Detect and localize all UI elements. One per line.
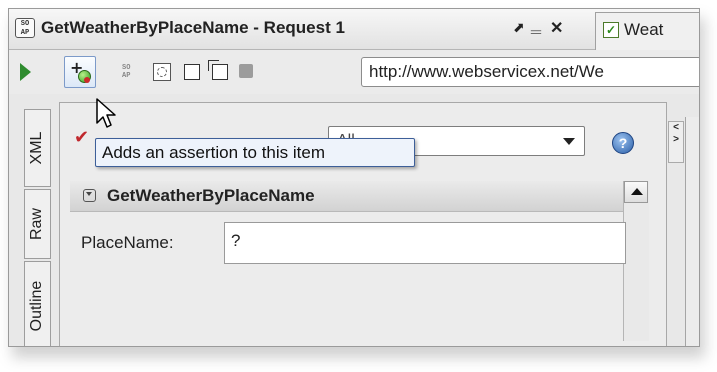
tab-xml-label: XML [28, 131, 45, 165]
tab-raw-label: Raw [28, 208, 45, 241]
add-assertion-button[interactable]: + [64, 56, 96, 88]
mouse-cursor-icon [96, 98, 116, 128]
help-icon[interactable]: ? [612, 132, 634, 154]
collapse-side-panel-button[interactable]: < > [668, 121, 684, 163]
cancel-request-icon[interactable] [239, 64, 253, 78]
tab-outline-label: Outline [28, 280, 45, 332]
title-bar: SO AP GetWeatherByPlaceName - Request 1 ⬈… [9, 9, 699, 50]
collapse-icon[interactable] [83, 189, 96, 202]
vertical-scrollbar[interactable] [623, 181, 649, 341]
ws-addressing-icon[interactable] [153, 63, 171, 81]
soap-request-icon[interactable]: SO AP [122, 64, 138, 82]
operation-title: GetWeatherByPlaceName [107, 186, 315, 205]
operation-header: GetWeatherByPlaceName [70, 181, 623, 212]
red-dot-icon [84, 77, 90, 83]
soap-icon: SO AP [15, 18, 35, 38]
minimize-button[interactable]: ‗ [531, 13, 541, 34]
tab-outline[interactable]: Outline [24, 261, 51, 346]
scroll-up-button[interactable] [624, 181, 648, 203]
tab-weather-label: Weat [624, 20, 664, 39]
chevron-down-icon [563, 138, 575, 145]
request-window: SO AP GetWeatherByPlaceName - Request 1 ⬈… [8, 8, 700, 347]
tab-xml[interactable]: XML [24, 109, 51, 187]
editor-view-tabs: XML Raw Outline [24, 109, 51, 346]
response-panel-edge [685, 117, 699, 346]
detach-icon[interactable]: ⬈ [513, 19, 525, 36]
request-title: GetWeatherByPlaceName - Request 1 [41, 18, 345, 37]
tab-raw[interactable]: Raw [24, 189, 51, 259]
create-empty-request-icon[interactable] [184, 64, 200, 80]
endpoint-url-field[interactable]: http://www.webservicex.net/We [361, 57, 699, 87]
clone-request-icon[interactable] [208, 60, 228, 80]
assertion-status-icon: ✔ [74, 127, 90, 148]
tab-weather[interactable]: ✓ Weat [595, 12, 699, 50]
checkmark-icon: ✓ [603, 22, 619, 38]
placename-input[interactable]: ? [224, 222, 626, 264]
run-request-icon[interactable] [20, 63, 31, 81]
placename-label: PlaceName: [81, 233, 174, 252]
tooltip: Adds an assertion to this item [95, 138, 415, 167]
request-toolbar: + SO AP http://www.webservicex.net/We [9, 50, 699, 94]
close-button[interactable]: ✕ [550, 18, 563, 38]
